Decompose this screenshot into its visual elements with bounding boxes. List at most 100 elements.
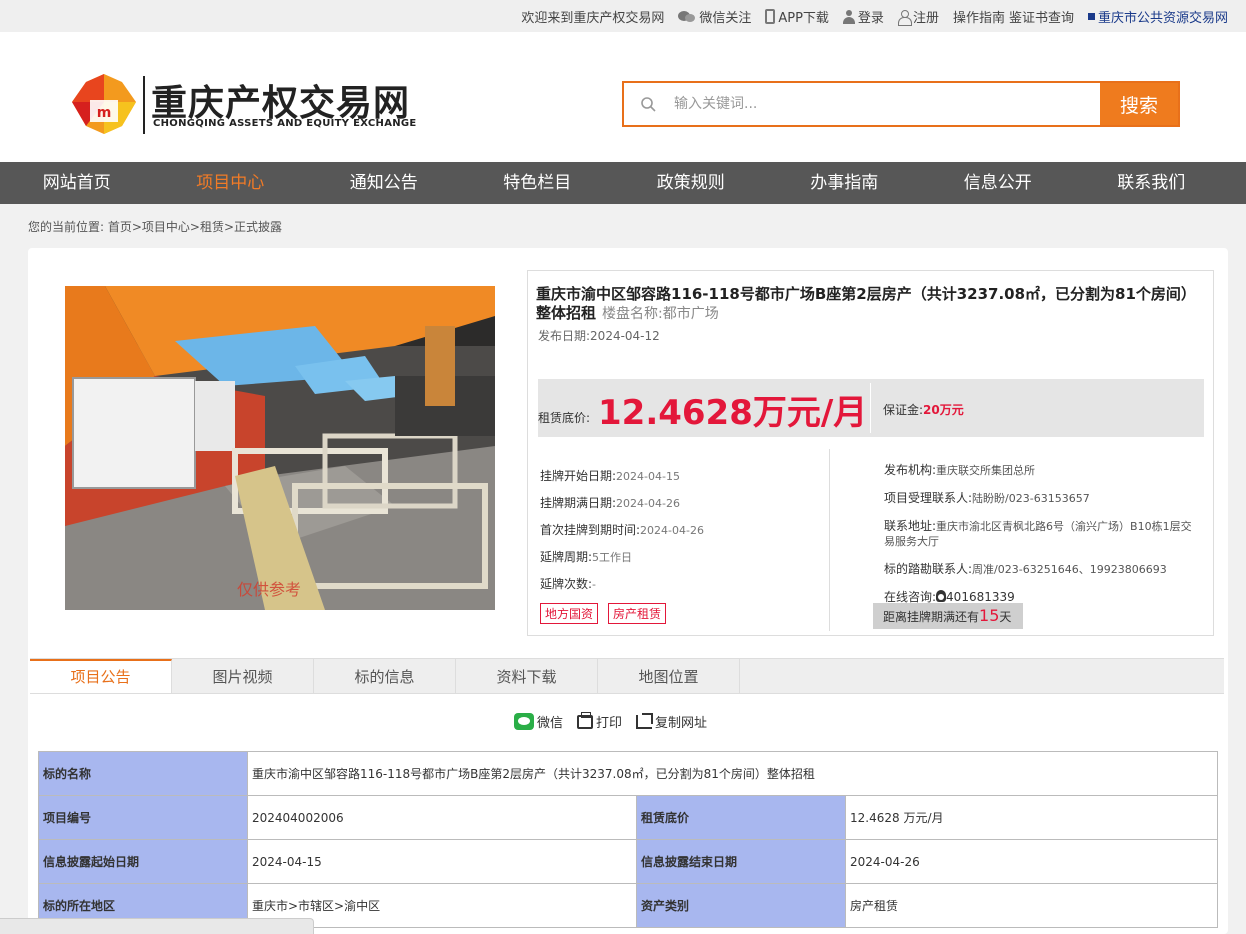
search-button[interactable]: 搜索	[1100, 83, 1178, 125]
table-row: 信息披露起始日期 2024-04-15 信息披露结束日期 2024-04-26	[38, 839, 1218, 884]
listing-row: 挂牌期满日期:2024-04-26	[540, 494, 704, 521]
app-download-link[interactable]: APP下载	[765, 7, 829, 26]
login-label: 登录	[857, 11, 884, 26]
print-button[interactable]: 打印	[577, 711, 622, 731]
table-key: 信息披露起始日期	[38, 839, 248, 884]
table-key: 标的名称	[38, 751, 248, 796]
table-row: 项目编号 202404002006 租赁底价 12.4628 万元/月	[38, 795, 1218, 840]
welcome-text: 欢迎来到重庆产权交易网	[521, 11, 665, 26]
detail-table: 标的名称 重庆市渝中区邹容路116-118号都市广场B座第2层房产（共计3237…	[38, 751, 1218, 928]
listing-label: 挂牌开始日期:	[540, 469, 617, 483]
user-icon	[842, 9, 855, 24]
listing-label: 延牌周期:	[540, 550, 593, 564]
wechat-follow-label: 微信关注	[699, 11, 752, 26]
share-icon	[636, 714, 653, 729]
top-links: 欢迎来到重庆产权交易网 微信关注 APP下载 登录 注册 操作指南 鉴证书查询 …	[521, 7, 1228, 26]
table-key: 租赁底价	[636, 795, 846, 840]
contact-row: 联系地址:重庆市渝北区青枫北路6号（渝兴广场）B10栋1层交易服务大厅	[884, 519, 1194, 549]
table-key: 信息披露结束日期	[636, 839, 846, 884]
nav-item[interactable]: 政策规则	[614, 162, 768, 204]
table-value: 房产租赁	[845, 883, 1218, 928]
table-key: 项目编号	[38, 795, 248, 840]
contact-label: 项目受理联系人:	[884, 491, 973, 505]
contact-info: 发布机构:重庆联交所集团总所 项目受理联系人:陆盼盼/023-63153657 联系…	[884, 463, 1194, 617]
public-resource-link[interactable]: 重庆市公共资源交易网	[1087, 7, 1228, 26]
cert-query-link[interactable]: 鉴证书查询	[1009, 7, 1074, 26]
table-row: 标的名称 重庆市渝中区邹容路116-118号都市广场B座第2层房产（共计3237…	[38, 751, 1218, 796]
price-label: 租赁底价:	[538, 411, 591, 425]
listing-label: 挂牌期满日期:	[540, 496, 617, 510]
contact-row: 项目受理联系人:陆盼盼/023-63153657	[884, 491, 1194, 506]
consult-value[interactable]: 401681339	[946, 590, 1015, 604]
nav-item[interactable]: 通知公告	[307, 162, 461, 204]
search-input[interactable]	[674, 91, 1094, 117]
listing-value: 5工作日	[592, 551, 633, 564]
nav-item[interactable]: 办事指南	[768, 162, 922, 204]
listing-row: 首次挂牌到期时间:2024-04-26	[540, 521, 704, 548]
svg-text:m: m	[97, 105, 112, 121]
nav-item[interactable]: 联系我们	[1075, 162, 1229, 204]
deposit-label: 保证金:	[883, 403, 924, 417]
share-wechat-button[interactable]: 微信	[514, 712, 563, 731]
login-link[interactable]: 登录	[842, 7, 884, 26]
contact-label: 发布机构:	[884, 463, 937, 477]
listing-dates: 挂牌开始日期:2024-04-15 挂牌期满日期:2024-04-26 首次挂牌到期…	[540, 467, 704, 602]
countdown-badge: 距离挂牌期满还有15天	[873, 603, 1023, 629]
share-bar: 微信 打印 复制网址	[514, 711, 707, 731]
phone-icon	[765, 9, 776, 24]
listing-value: -	[592, 578, 597, 591]
detail-tab[interactable]: 项目公告	[30, 659, 172, 693]
listing-value: 2024-04-15	[616, 470, 680, 483]
countdown-suffix: 天	[999, 610, 1012, 624]
search-icon	[641, 97, 656, 112]
nav-item[interactable]: 特色栏目	[461, 162, 615, 204]
square-bullet-icon	[1087, 13, 1095, 20]
table-value: 2024-04-26	[845, 839, 1218, 884]
nav-item[interactable]: 项目中心	[154, 162, 308, 204]
detail-tabs: 项目公告 图片视频 标的信息 资料下载 地图位置	[30, 658, 1224, 694]
project-tags: 地方国资 房产租赁	[540, 603, 667, 624]
contact-value: 重庆联交所集团总所	[936, 464, 1036, 477]
online-consult[interactable]: 在线咨询: 401681339	[884, 590, 1194, 604]
app-download-label: APP下载	[778, 11, 829, 26]
logo-subtitle: CHONGQING ASSETS AND EQUITY EXCHANGE	[153, 118, 417, 129]
nav-item[interactable]: 信息公开	[921, 162, 1075, 204]
table-key: 资产类别	[636, 883, 846, 928]
project-tag[interactable]: 地方国资	[540, 603, 599, 624]
detail-tab[interactable]: 图片视频	[172, 659, 314, 693]
info-divider	[829, 449, 830, 631]
project-photo-image	[65, 286, 495, 610]
table-value: 重庆市渝中区邹容路116-118号都市广场B座第2层房产（共计3237.08㎡，…	[247, 751, 1218, 796]
price-value: 12.4628万元/月	[598, 393, 868, 433]
wechat-follow-link[interactable]: 微信关注	[678, 7, 751, 26]
table-value: 2024-04-15	[247, 839, 637, 884]
user-outline-icon	[897, 9, 912, 26]
contact-row: 发布机构:重庆联交所集团总所	[884, 463, 1194, 478]
logo-divider	[143, 76, 145, 134]
nav-item[interactable]: 网站首页	[0, 162, 154, 204]
main-nav: 网站首页 项目中心 通知公告 特色栏目 政策规则 办事指南 信息公开 联系我们	[0, 162, 1246, 204]
register-link[interactable]: 注册	[897, 7, 939, 26]
price-divider	[870, 383, 871, 433]
detail-tab[interactable]: 标的信息	[314, 659, 456, 693]
table-value: 12.4628 万元/月	[845, 795, 1218, 840]
contact-row: 标的踏勘联系人:周准/023-63251646、19923806693	[884, 562, 1194, 577]
project-title: 重庆市渝中区邹容路116-118号都市广场B座第2层房产（共计3237.08㎡，…	[536, 285, 1210, 324]
project-info-panel: 重庆市渝中区邹容路116-118号都市广场B座第2层房产（共计3237.08㎡，…	[527, 270, 1214, 636]
listing-label: 延牌次数:	[540, 577, 593, 591]
guide-link[interactable]: 操作指南	[953, 7, 1005, 26]
register-label: 注册	[912, 11, 939, 26]
countdown-prefix: 距离挂牌期满还有	[883, 610, 980, 624]
listing-row: 延牌次数:-	[540, 575, 704, 602]
project-photo[interactable]: 仅供参考	[65, 286, 495, 610]
listing-label: 首次挂牌到期时间:	[540, 523, 641, 537]
detail-tab[interactable]: 资料下载	[456, 659, 598, 693]
price-band: 租赁底价: 12.4628万元/月 保证金:20万元	[538, 379, 1204, 437]
logo-icon[interactable]: m	[72, 74, 136, 134]
project-tag[interactable]: 房产租赁	[608, 603, 667, 624]
copy-url-button[interactable]: 复制网址	[636, 712, 707, 731]
listing-row: 挂牌开始日期:2024-04-15	[540, 467, 704, 494]
listing-value: 2024-04-26	[640, 524, 704, 537]
building-name: 楼盘名称:都市广场	[602, 306, 719, 322]
detail-tab[interactable]: 地图位置	[598, 659, 740, 693]
